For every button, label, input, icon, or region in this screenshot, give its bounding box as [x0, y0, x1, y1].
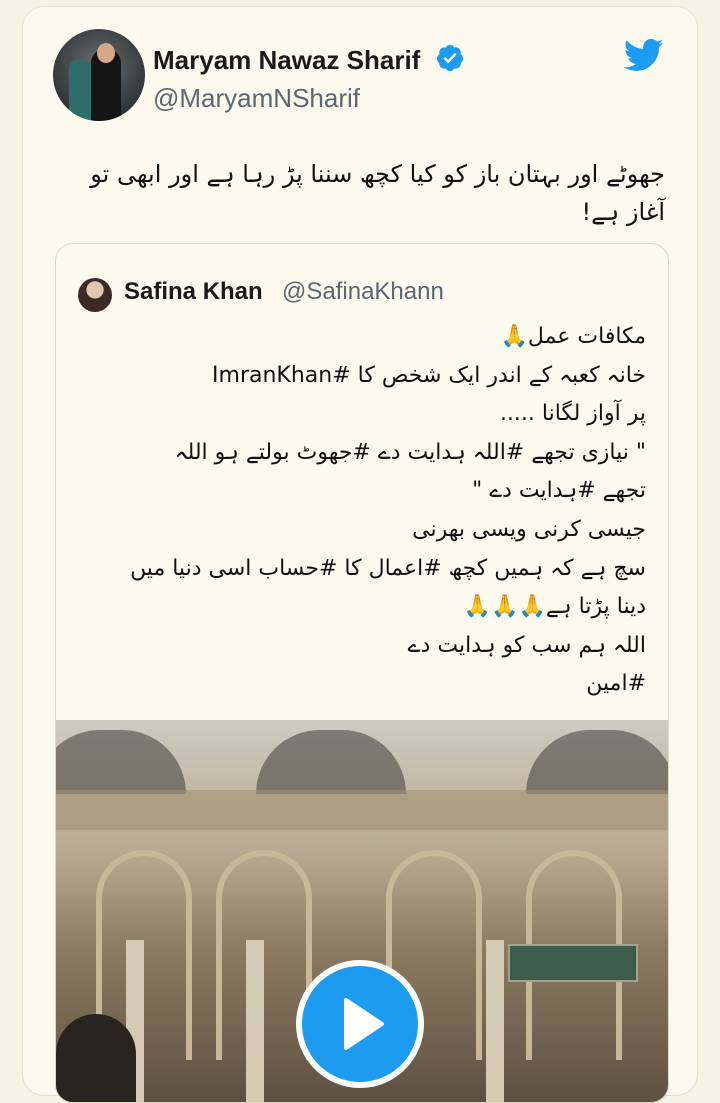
author-avatar[interactable]	[53, 29, 145, 121]
twitter-bird-icon[interactable]	[621, 35, 667, 75]
author-name[interactable]: Maryam Nawaz Sharif	[153, 45, 420, 76]
tweet-card[interactable]: Maryam Nawaz Sharif @MaryamNSharif جھوٹے…	[22, 6, 698, 1103]
quoted-text-line: اللہ ہم سب کو ہدایت دے	[407, 632, 646, 658]
quoted-text-line: " نیازی تجھے #اللہ ہدایت دے #جھوٹ بولتے …	[174, 439, 646, 465]
video-thumbnail[interactable]	[56, 720, 668, 1102]
dome-shape	[256, 730, 406, 794]
avatar-face	[97, 43, 115, 63]
quoted-tweet[interactable]: Safina Khan @SafinaKhann مکافات عمل🙏 خان…	[55, 243, 669, 1103]
quoted-author-name[interactable]: Safina Khan	[124, 278, 263, 306]
quoted-text-line: مکافات عمل🙏	[500, 324, 646, 349]
tweet-text: جھوٹے اور بہتان باز کو کیا کچھ سننا پڑ ر…	[90, 160, 665, 226]
quoted-author-avatar[interactable]	[78, 278, 112, 312]
quoted-text-line: سچ ہے کہ ہمیں کچھ #اعمال کا #حساب اسی دن…	[130, 555, 646, 581]
author-handle[interactable]: @MaryamNSharif	[153, 83, 360, 114]
verified-badge-icon	[436, 44, 464, 72]
avatar-figure-left	[69, 59, 91, 121]
quoted-text-line: تجھے #ہدایت دے "	[472, 478, 646, 504]
sign-board	[508, 944, 638, 982]
quoted-text-line: پر آواز لگانا .....	[499, 401, 646, 427]
pillar-shape	[486, 940, 504, 1102]
quoted-text-line: خانہ کعبہ کے اندر ایک شخص کا #ImranKhan	[212, 362, 646, 388]
pillar-shape	[246, 940, 264, 1102]
quoted-text-line: دینا پڑتا ہے🙏🙏🙏	[463, 594, 646, 620]
play-button[interactable]	[296, 960, 424, 1088]
foreground-shadow	[56, 1014, 136, 1102]
quoted-text-line: #امین	[586, 671, 646, 697]
dome-shape	[56, 730, 186, 794]
quoted-author-handle[interactable]: @SafinaKhann	[282, 278, 444, 306]
quoted-text-line: جیسی کرنی ویسی بھرنی	[412, 516, 646, 542]
dome-shape	[526, 730, 668, 794]
quoted-tweet-text: مکافات عمل🙏 خانہ کعبہ کے اندر ایک شخص کا…	[76, 318, 646, 704]
play-icon	[344, 998, 384, 1050]
wall-band	[56, 790, 668, 830]
